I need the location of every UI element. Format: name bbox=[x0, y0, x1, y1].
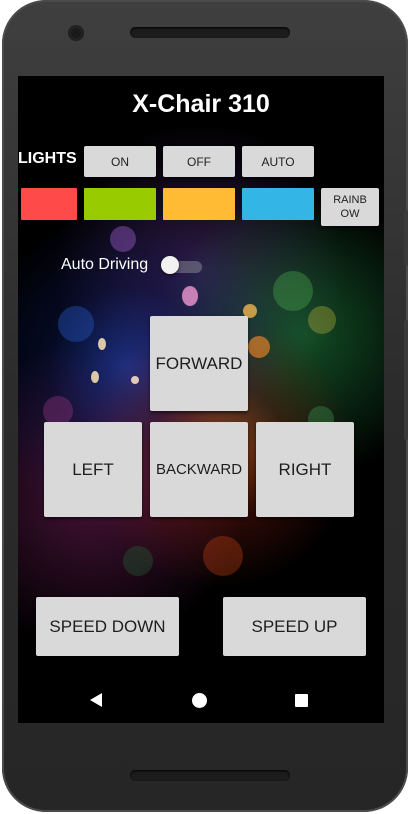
color-green-button[interactable] bbox=[84, 188, 156, 220]
volume-button bbox=[404, 210, 408, 266]
front-camera bbox=[68, 25, 84, 41]
color-red-button[interactable] bbox=[21, 188, 77, 220]
back-triangle-icon[interactable] bbox=[90, 693, 102, 707]
auto-driving-switch-thumb[interactable] bbox=[161, 256, 179, 274]
color-orange-button[interactable] bbox=[163, 188, 235, 220]
top-speaker-grille bbox=[130, 27, 290, 38]
right-button[interactable]: RIGHT bbox=[256, 422, 354, 517]
auto-driving-label: Auto Driving bbox=[61, 256, 149, 273]
speed-down-button[interactable]: SPEED DOWN bbox=[36, 597, 179, 656]
power-button bbox=[404, 320, 408, 440]
lights-label: LIGHTS bbox=[18, 150, 77, 167]
lights-off-button[interactable]: OFF bbox=[163, 146, 235, 177]
color-blue-button[interactable] bbox=[242, 188, 314, 220]
left-button[interactable]: LEFT bbox=[44, 422, 142, 517]
bottom-speaker-grille bbox=[130, 770, 290, 781]
home-circle-icon[interactable] bbox=[192, 693, 207, 708]
app-title: X-Chair 310 bbox=[132, 90, 270, 118]
backward-button[interactable]: BACKWARD bbox=[150, 422, 248, 517]
rainbow-button[interactable]: RAINB OW bbox=[321, 188, 379, 226]
forward-button[interactable]: FORWARD bbox=[150, 316, 248, 411]
lights-auto-button[interactable]: AUTO bbox=[242, 146, 314, 177]
app-screen: X-Chair 310 LIGHTS ON OFF AUTO RAINB OW … bbox=[18, 76, 384, 723]
system-nav-bar bbox=[18, 676, 384, 723]
speed-up-button[interactable]: SPEED UP bbox=[223, 597, 366, 656]
lights-on-button[interactable]: ON bbox=[84, 146, 156, 177]
recents-square-icon[interactable] bbox=[295, 694, 308, 707]
